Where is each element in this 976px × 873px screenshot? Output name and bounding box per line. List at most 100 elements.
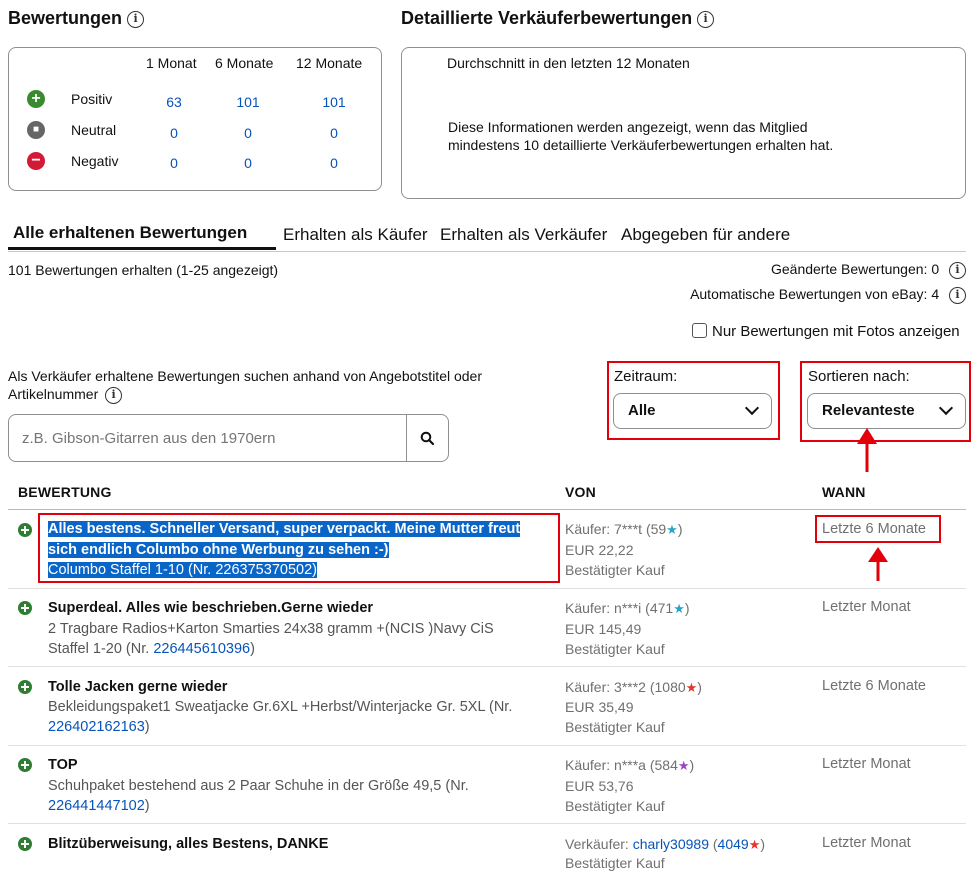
neutral-icon: ■	[27, 121, 45, 139]
tab-all-received[interactable]: Alle erhaltenen Bewertungen	[13, 223, 247, 243]
search-icon	[420, 431, 435, 446]
positive-icon	[18, 601, 32, 615]
row-1-title-1: Alles bestens. Schneller Versand, super …	[48, 521, 521, 537]
star-icon: ★	[748, 837, 761, 852]
row-5-seller: Verkäufer: charly30989 (4049★)	[565, 836, 766, 852]
row-5-title: Blitzüberweisung, alles Bestens, DANKE	[48, 836, 329, 852]
row-3-title: Tolle Jacken gerne wieder	[48, 679, 228, 695]
detailed-title: Detaillierte Verkäuferbewertungen i	[401, 8, 715, 29]
row-5-seller-score[interactable]: 4049	[718, 836, 749, 852]
row-1-verified: Bestätigter Kauf	[565, 562, 665, 578]
chevron-down-icon	[938, 400, 954, 416]
tab-given[interactable]: Abgegeben für andere	[621, 225, 790, 245]
row-4-title: TOP	[48, 757, 78, 773]
row-2-item-1: 2 Tragbare Radios+Karton Smarties 24x38 …	[48, 621, 494, 637]
period-select[interactable]: Alle	[613, 393, 772, 429]
negative-1m[interactable]: 0	[144, 155, 204, 171]
row-divider	[8, 823, 966, 824]
positive-12m[interactable]: 101	[304, 94, 364, 110]
row-4-price: EUR 53,76	[565, 778, 634, 794]
row-3-when: Letzte 6 Monate	[822, 678, 926, 694]
tab-as-seller[interactable]: Erhalten als Verkäufer	[440, 225, 607, 245]
positive-icon	[18, 680, 32, 694]
neutral-label: Neutral	[71, 122, 117, 138]
sort-select[interactable]: Relevanteste	[807, 393, 966, 429]
neutral-6m[interactable]: 0	[218, 125, 278, 141]
ratings-title: Bewertungen i	[8, 8, 145, 29]
feedback-count: 101 Bewertungen erhalten (1-25 angezeigt…	[8, 262, 279, 278]
detailed-subtitle: Durchschnitt in den letzten 12 Monaten	[447, 55, 690, 71]
row-3-price: EUR 35,49	[565, 699, 634, 715]
detailed-message-2: mindestens 10 detaillierte Verkäuferbewe…	[448, 137, 834, 153]
info-icon[interactable]: i	[949, 286, 966, 304]
info-icon[interactable]: i	[949, 261, 966, 279]
col-12-months: 12 Monate	[296, 55, 363, 71]
negative-6m[interactable]: 0	[218, 155, 278, 171]
row-4-when: Letzter Monat	[822, 756, 911, 772]
neutral-12m[interactable]: 0	[304, 125, 364, 141]
positive-icon	[18, 758, 32, 772]
row-1-when: Letzte 6 Monate	[822, 521, 926, 537]
star-icon: ★	[685, 680, 698, 695]
search-label-1: Als Verkäufer erhaltene Bewertungen such…	[8, 368, 482, 384]
info-icon[interactable]: i	[105, 386, 123, 404]
negative-12m[interactable]: 0	[304, 155, 364, 171]
row-2-price: EUR 145,49	[565, 621, 642, 637]
search-button[interactable]	[407, 415, 448, 461]
positive-icon	[18, 523, 32, 537]
positive-1m[interactable]: 63	[144, 94, 204, 110]
row-1-title-2: sich endlich Columbo ohne Werbung zu seh…	[48, 542, 389, 558]
header-when: WANN	[822, 484, 866, 500]
sort-label: Sortieren nach:	[808, 368, 910, 385]
row-4-buyer: Käufer: n***a (584★)	[565, 757, 695, 773]
star-icon: ★	[666, 522, 678, 537]
row-2-item-link[interactable]: 226445610396	[153, 641, 250, 657]
row-1-item[interactable]: Columbo Staffel 1-10 (Nr. 226375370502)	[48, 560, 317, 580]
photos-only-label[interactable]: Nur Bewertungen mit Fotos anzeigen	[712, 323, 960, 340]
search-input[interactable]	[10, 416, 406, 460]
row-2-title: Superdeal. Alles wie beschrieben.Gerne w…	[48, 600, 374, 616]
positive-icon	[18, 837, 32, 851]
row-3-verified: Bestätigter Kauf	[565, 719, 665, 735]
col-6-months: 6 Monate	[215, 55, 274, 71]
negative-icon: −	[27, 152, 45, 170]
row-2-when: Letzter Monat	[822, 599, 911, 615]
automatic-ratings: Automatische Bewertungen von eBay: 4 i	[690, 286, 966, 304]
star-icon: ★	[677, 758, 690, 773]
ratings-box: 1 Monat 6 Monate 12 Monate + Positiv 63 …	[8, 47, 382, 191]
row-4-verified: Bestätigter Kauf	[565, 798, 665, 814]
row-divider	[8, 588, 966, 589]
row-3-item-link[interactable]: 226402162163	[48, 719, 145, 735]
photos-only-checkbox[interactable]	[692, 323, 707, 338]
row-2-buyer: Käufer: n***i (471★)	[565, 600, 690, 616]
search-label-2: Artikelnummer i	[8, 386, 123, 404]
row-3-item-1: Bekleidungspaket1 Sweatjacke Gr.6XL +Her…	[48, 699, 513, 715]
chevron-down-icon	[744, 400, 760, 416]
period-label: Zeitraum:	[614, 368, 678, 385]
search-box	[8, 414, 449, 462]
tab-as-buyer[interactable]: Erhalten als Käufer	[283, 225, 428, 245]
header-from: VON	[565, 484, 596, 500]
positive-6m[interactable]: 101	[218, 94, 278, 110]
row-3-buyer: Käufer: 3***2 (1080★)	[565, 679, 702, 695]
row-divider	[8, 666, 966, 667]
detailed-message-1: Diese Informationen werden angezeigt, we…	[448, 119, 808, 135]
tabs-divider	[8, 251, 966, 252]
row-4-item-link[interactable]: 226441447102	[48, 798, 145, 814]
row-5-when: Letzter Monat	[822, 835, 911, 851]
header-feedback: BEWERTUNG	[18, 484, 112, 500]
negative-label: Negativ	[71, 153, 119, 169]
tab-active-indicator	[8, 247, 276, 250]
arrow-up-icon	[857, 428, 877, 472]
row-5-verified: Bestätigter Kauf	[565, 855, 665, 871]
info-icon[interactable]: i	[127, 10, 145, 28]
arrow-up-icon	[868, 547, 888, 581]
changed-ratings: Geänderte Bewertungen: 0 i	[771, 261, 966, 279]
star-icon: ★	[673, 601, 685, 616]
row-4-item-2: 226441447102)	[48, 798, 150, 814]
info-icon[interactable]: i	[697, 10, 715, 28]
neutral-1m[interactable]: 0	[144, 125, 204, 141]
row-2-item-2: Staffel 1-20 (Nr. 226445610396)	[48, 641, 255, 657]
row-5-seller-link[interactable]: charly30989	[633, 836, 709, 852]
row-3-item-2: 226402162163)	[48, 719, 150, 735]
